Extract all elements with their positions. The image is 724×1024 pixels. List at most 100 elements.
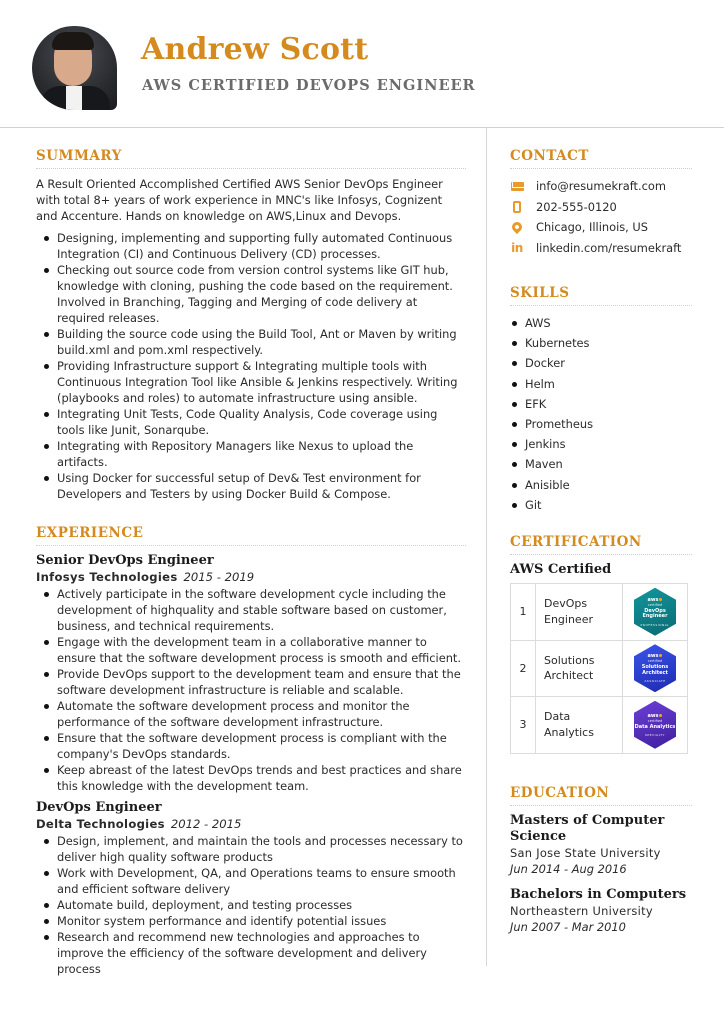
aws-badge-icon: aws certified Data Analytics SPECIALTY [634,700,676,749]
location-pin-icon [509,220,525,235]
education-section: EDUCATION Masters of Computer Science Sa… [510,785,692,935]
photo-shirt [66,86,82,110]
table-row: 1 DevOps Engineer aws certified DevOps E… [510,583,688,641]
skill-item: AWS [510,313,692,333]
list-item: Monitor system performance and identify … [36,913,466,929]
list-item: Ensure that the software development pro… [36,730,466,762]
job-company: Delta Technologies [36,817,165,831]
photo-hair [52,32,94,50]
edu-dates: Jun 2007 - Mar 2010 [510,919,626,934]
candidate-name: Andrew Scott [141,32,369,67]
section-heading: CONTACT [510,148,692,169]
job-meta: Delta Technologies 2012 - 2015 [36,816,466,832]
contact-text[interactable]: 202-555-0120 [536,200,617,214]
edu-school: Northeastern University [510,903,653,918]
aws-badge-icon: aws certified Solutions Architect ASSOCI… [634,644,676,693]
edu-degree: Bachelors in Computers [510,886,687,902]
list-item: Checking out source code from version co… [36,262,466,326]
list-item: Research and recommend new technologies … [36,929,466,977]
profile-photo [32,26,117,110]
list-item: Designing, implementing and supporting f… [36,230,466,262]
edu-school: San Jose State University [510,845,661,860]
aws-badge-icon: aws certified DevOps Engineer PROFESSION… [634,587,676,636]
job-bullets: Actively participate in the software dev… [36,586,466,794]
contact-text[interactable]: info@resumekraft.com [536,179,666,193]
job-title: DevOps Engineer [36,800,162,815]
section-heading: EDUCATION [510,785,692,806]
candidate-title: AWS CERTIFIED DEVOPS ENGINEER [142,77,476,94]
list-item: Automate the software development proces… [36,698,466,730]
certification-section: CERTIFICATION AWS Certified 1 DevOps Eng… [510,534,692,754]
job-bullets: Design, implement, and maintain the tool… [36,833,466,977]
table-row: 3 Data Analytics aws certified Data Anal… [510,696,688,754]
list-item: Integrating with Repository Managers lik… [36,438,466,470]
job-dates: 2015 - 2019 [183,570,255,584]
job-entry: Senior DevOps Engineer Infosys Technolog… [36,553,466,794]
experience-section: EXPERIENCE Senior DevOps Engineer Infosy… [36,525,466,977]
education-entry: Bachelors in Computers Northeastern Univ… [510,887,692,935]
cert-label: Solutions Architect [535,639,623,698]
section-heading: SKILLS [510,285,692,306]
cert-badge-cell: aws certified Solutions Architect ASSOCI… [622,639,688,698]
job-title: Senior DevOps Engineer [36,553,214,568]
list-item: Provide DevOps support to the developmen… [36,666,466,698]
skill-item: EFK [510,394,692,414]
phone-icon [510,200,524,214]
edu-degree: Masters of Computer Science [510,812,665,844]
list-item: Work with Development, QA, and Operation… [36,865,466,897]
certification-subheading: AWS Certified [510,562,612,578]
cert-number: 1 [510,583,536,641]
list-item: Using Docker for successful setup of Dev… [36,470,466,502]
resume-header: Andrew Scott AWS CERTIFIED DEVOPS ENGINE… [0,0,724,128]
contact-email[interactable]: info@resumekraft.com [510,176,692,197]
cert-label: Data Analytics [535,696,623,754]
contact-text: Chicago, Illinois, US [536,220,648,235]
contact-location: Chicago, Illinois, US [509,217,692,238]
list-item: Automate build, deployment, and testing … [36,897,466,913]
skills-section: SKILLS AWS Kubernetes Docker Helm EFK Pr… [510,285,692,515]
section-heading: EXPERIENCE [36,525,466,546]
skill-item: Kubernetes [510,333,692,353]
job-company: Infosys Technologies [36,570,178,584]
job-entry: DevOps Engineer Delta Technologies 2012 -… [36,800,466,977]
skill-item: Git [510,495,692,515]
list-item: Engage with the development team in a co… [36,634,466,666]
linkedin-icon: in [511,240,523,255]
edu-dates: Jun 2014 - Aug 2016 [510,861,627,876]
mail-icon [510,179,524,193]
certification-table: 1 DevOps Engineer aws certified DevOps E… [510,583,688,754]
skill-item: Anisible [510,475,692,495]
skill-item: Maven [510,454,692,474]
cert-badge-cell: aws certified DevOps Engineer PROFESSION… [622,583,688,641]
main-column: SUMMARY A Result Oriented Accomplished C… [36,148,466,977]
cert-badge-cell: aws certified Data Analytics SPECIALTY [622,696,688,754]
list-item: Integrating Unit Tests, Code Quality Ana… [36,406,466,438]
table-row: 2 Solutions Architect aws certified Solu… [510,639,688,698]
contact-linkedin[interactable]: in linkedin.com/resumekraft [510,238,692,259]
skills-list: AWS Kubernetes Docker Helm EFK Prometheu… [510,313,692,515]
list-item: Providing Infrastructure support & Integ… [36,358,466,406]
cert-number: 2 [510,639,536,698]
skill-item: Docker [510,353,692,373]
skill-item: Prometheus [510,414,692,434]
contact-phone[interactable]: 202-555-0120 [510,197,692,218]
list-item: Actively participate in the software dev… [36,586,466,634]
list-item: Building the source code using the Build… [36,326,466,358]
skill-item: Helm [510,374,692,394]
contact-text[interactable]: linkedin.com/resumekraft [536,241,681,255]
summary-bullets: Designing, implementing and supporting f… [36,230,466,502]
section-heading: CERTIFICATION [510,534,692,556]
section-heading: SUMMARY [36,148,466,169]
summary-paragraph: A Result Oriented Accomplished Certified… [36,177,443,223]
list-item: Design, implement, and maintain the tool… [36,833,466,865]
skill-item: Jenkins [510,434,692,454]
contact-section: CONTACT info@resumekraft.com 202-555-012… [509,148,692,259]
cert-label: DevOps Engineer [535,583,623,641]
sidebar-column: CONTACT info@resumekraft.com 202-555-012… [509,148,692,935]
education-entry: Masters of Computer Science San Jose Sta… [510,813,692,877]
cert-number: 3 [510,696,536,754]
job-dates: 2012 - 2015 [170,817,242,831]
list-item: Keep abreast of the latest DevOps trends… [36,762,466,794]
column-divider [486,128,487,966]
summary-section: SUMMARY A Result Oriented Accomplished C… [36,148,466,502]
